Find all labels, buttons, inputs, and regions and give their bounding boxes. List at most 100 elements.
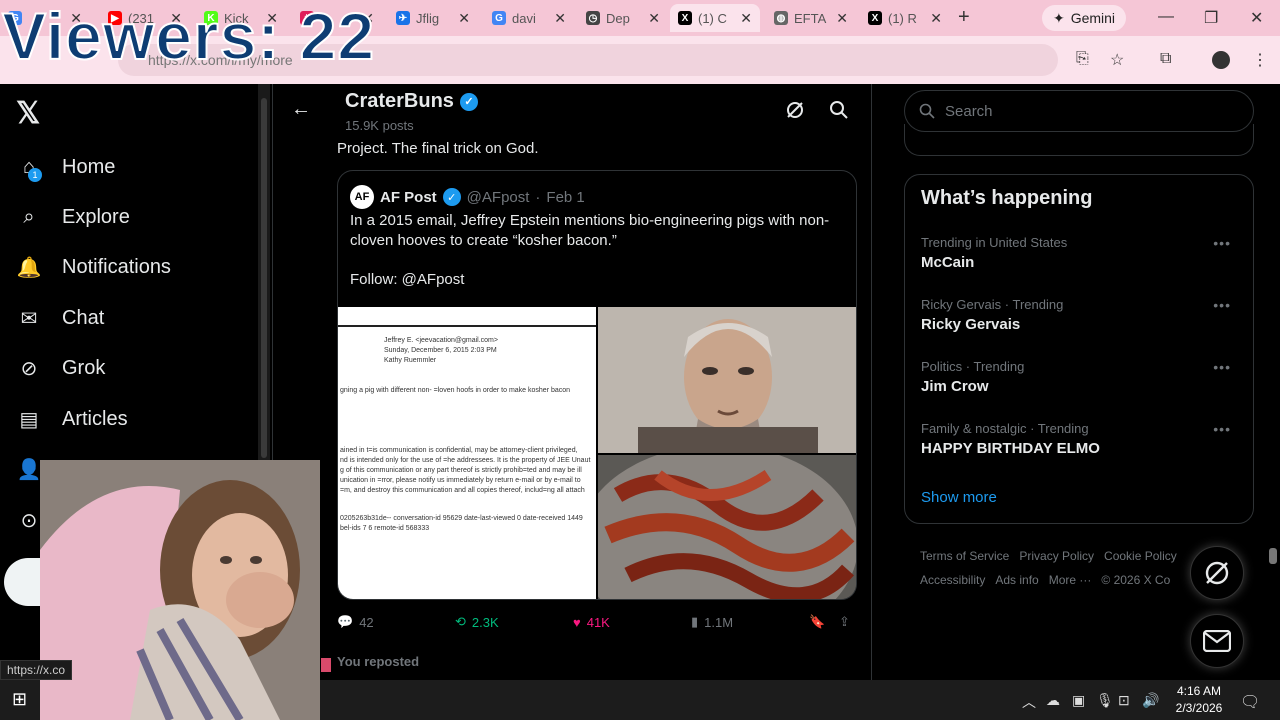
minimize-icon[interactable]: — — [1158, 8, 1174, 26]
trend-item[interactable]: Ricky Gervais · Trending Ricky Gervais ••• — [921, 297, 1241, 333]
star-icon[interactable]: ☆ — [1110, 50, 1124, 70]
install-app-icon[interactable]: ⎘ — [1076, 50, 1089, 68]
search-input[interactable]: Search — [904, 90, 1254, 132]
share-icon: ⇪ — [839, 614, 850, 629]
profile-name-text: CraterBuns — [345, 90, 454, 112]
trend-item[interactable]: Family & nostalgic · Trending HAPPY BIRTH… — [921, 421, 1241, 457]
google-icon: G — [492, 11, 506, 25]
gemini-button[interactable]: ✦ Gemini — [1042, 5, 1126, 31]
page-scrollbar[interactable] — [1266, 84, 1280, 680]
nav-item-explore[interactable]: ⌕ Explore — [16, 204, 130, 230]
footer-link[interactable]: © 2026 X Co — [1101, 573, 1170, 587]
footer-link[interactable]: Accessibility — [920, 573, 985, 587]
browser-tab[interactable]: X (1) C ✕ — [670, 4, 760, 32]
extensions-icon[interactable]: ⧉ — [1160, 50, 1171, 68]
document-line: nd is intended only for the use of =he a… — [340, 457, 591, 464]
tray-meet-icon[interactable]: ▣ — [1072, 692, 1085, 709]
more-options-icon[interactable]: ••• — [1213, 421, 1231, 437]
tab-title: EFTA — [794, 10, 827, 26]
search-placeholder: Search — [945, 102, 993, 120]
like-count: 41K — [586, 614, 610, 630]
close-window-icon[interactable]: ✕ — [1250, 8, 1263, 28]
browser-tab[interactable]: Gdavi ✕ — [484, 4, 574, 32]
quoted-author-name[interactable]: AF Post — [380, 189, 437, 206]
menu-kebab-icon[interactable]: ⋮ — [1252, 50, 1268, 70]
nav-item-chat[interactable]: ✉ Chat — [16, 305, 105, 331]
repost-count: 2.3K — [471, 614, 499, 630]
document-line: =m, and destroy this communication and a… — [340, 487, 585, 494]
microphone-icon[interactable]: 🎙 — [1096, 692, 1114, 709]
network-icon[interactable]: ⊡ — [1118, 692, 1130, 709]
trend-context: Ricky Gervais · Trending — [921, 297, 1064, 312]
mail-icon: ✉ — [20, 307, 38, 330]
reply-icon: 💬 — [337, 614, 354, 629]
volume-icon[interactable]: 🔊 — [1142, 692, 1159, 709]
quoted-author-handle[interactable]: @AFpost — [467, 189, 530, 206]
notification-center-icon[interactable]: 🗨 — [1240, 692, 1260, 712]
reply-button[interactable]: 💬 42 — [337, 614, 374, 630]
browser-tab[interactable]: ✈ Jflig ✕ — [388, 4, 478, 32]
back-arrow-icon[interactable]: ← — [291, 98, 311, 121]
close-tab-icon[interactable]: ✕ — [740, 10, 752, 27]
quoted-post-text: In a 2015 email, Jeffrey Epstein mention… — [350, 212, 830, 249]
footer-link[interactable]: Ads info — [995, 573, 1038, 587]
footer-link[interactable]: Privacy Policy — [1019, 549, 1094, 563]
messages-fab[interactable] — [1190, 614, 1244, 668]
bookmark-button[interactable]: 🔖 — [809, 614, 825, 630]
footer-link[interactable]: More ··· — [1049, 573, 1092, 587]
repost-button[interactable]: ⟲ 2.3K — [455, 614, 499, 630]
nav-item-notifications[interactable]: 🔔 Notifications — [16, 254, 171, 280]
person-icon: 👤 — [16, 458, 42, 481]
more-options-icon[interactable]: ••• — [1213, 297, 1231, 313]
browser-tab[interactable]: X (1) R ✕ — [860, 4, 950, 32]
quoted-post-date[interactable]: Feb 1 — [546, 189, 584, 206]
close-tab-icon[interactable]: ✕ — [930, 10, 942, 27]
reply-count: 42 — [359, 614, 374, 630]
restore-icon[interactable]: ❐ — [1204, 8, 1218, 28]
browser-tab[interactable]: ◍ EFTA ✕ — [766, 4, 856, 32]
bacon-photo[interactable] — [598, 455, 856, 599]
share-button[interactable]: ⇪ — [839, 614, 850, 630]
close-tab-icon[interactable]: ✕ — [554, 10, 566, 27]
nav-label: Notifications — [62, 255, 171, 278]
nav-label: Home — [62, 155, 116, 178]
email-document-image[interactable]: Jeffrey E. <jeevacation@gmail.com> Sunday… — [338, 307, 596, 599]
clock-icon: ◷ — [586, 11, 600, 25]
new-tab-button[interactable]: + — [958, 6, 970, 29]
grok-icon[interactable] — [785, 100, 805, 125]
views-button[interactable]: ▮ 1.1M — [691, 614, 733, 630]
trend-name: HAPPY BIRTHDAY ELMO — [921, 440, 1100, 457]
profile-avatar-icon[interactable] — [1212, 51, 1230, 69]
nav-item-grok[interactable]: ⊘ Grok — [16, 355, 106, 381]
profile-name: CraterBuns ✓ — [345, 90, 478, 113]
quoted-post-header: AF AF Post ✓ @AFpost · Feb 1 — [350, 185, 585, 209]
tab-title: (1) C — [698, 10, 727, 26]
system-clock[interactable]: 4:16 AM 2/3/2026 — [1164, 683, 1234, 717]
nav-item-articles[interactable]: ▤ Articles — [16, 406, 128, 432]
show-more-link[interactable]: Show more — [921, 489, 997, 506]
trend-item[interactable]: Trending in United States McCain ••• — [921, 235, 1241, 271]
close-tab-icon[interactable]: ✕ — [648, 10, 660, 27]
close-tab-icon[interactable]: ✕ — [458, 10, 470, 27]
tray-chevron-icon[interactable]: ︿ — [1022, 692, 1036, 712]
clock-time: 4:16 AM — [1176, 684, 1222, 698]
nav-label: Explore — [62, 205, 130, 228]
portrait-photo[interactable] — [598, 307, 856, 453]
tray-onedrive-icon[interactable]: ☁ — [1046, 692, 1060, 709]
more-options-icon[interactable]: ••• — [1213, 235, 1231, 251]
like-button[interactable]: ♥ 41K — [573, 615, 610, 630]
trend-item[interactable]: Politics · Trending Jim Crow ••• — [921, 359, 1241, 395]
search-icon[interactable] — [829, 100, 849, 125]
quoted-post[interactable]: AF AF Post ✓ @AFpost · Feb 1 In a 2015 e… — [337, 170, 857, 600]
browser-tab[interactable]: ◷ Dep ✕ — [578, 4, 668, 32]
windows-start-icon[interactable]: ⊞ — [12, 689, 27, 710]
footer-link[interactable]: Cookie Policy — [1104, 549, 1177, 563]
trend-name: Ricky Gervais — [921, 316, 1021, 333]
close-tab-icon[interactable]: ✕ — [836, 10, 848, 27]
x-logo-icon[interactable]: 𝕏 — [16, 96, 40, 131]
grok-fab[interactable] — [1190, 546, 1244, 600]
more-options-icon[interactable]: ••• — [1213, 359, 1231, 375]
footer-link[interactable]: Terms of Service — [920, 549, 1009, 563]
trend-context: Politics · Trending — [921, 359, 1025, 374]
af-avatar[interactable]: AF — [350, 185, 374, 209]
